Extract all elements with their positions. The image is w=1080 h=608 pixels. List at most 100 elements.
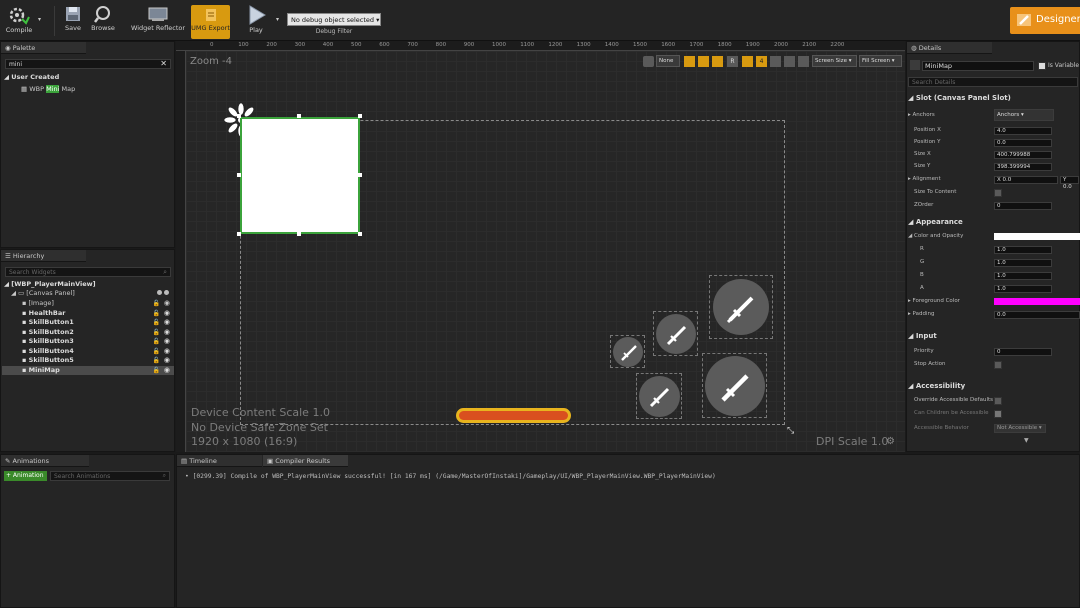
minimap-widget[interactable] <box>240 117 360 234</box>
compile-options-chevron-icon[interactable]: ▾ <box>38 16 41 23</box>
hierarchy-item[interactable]: ▪ HealthBar 🔓 ◉ <box>2 309 174 319</box>
size-x-field[interactable]: 400.799988 <box>994 151 1052 159</box>
designer-mode-button[interactable]: Designer <box>1010 7 1080 34</box>
hierarchy-item[interactable]: ▪ SkillButton5 🔓 ◉ <box>2 356 174 366</box>
screen-resize-handle-icon[interactable]: ⤡ <box>787 426 794 436</box>
stop-action-checkbox[interactable] <box>994 361 1002 369</box>
respect-locks-icon[interactable] <box>770 56 781 67</box>
hierarchy-canvas-panel[interactable]: ◢ ▭ [Canvas Panel] <box>11 289 173 299</box>
dpi-settings-gear-icon[interactable]: ⚙ <box>886 436 895 447</box>
visibility-eye-icon[interactable]: ◉ <box>164 299 170 309</box>
timeline-tab[interactable]: ▤ Timeline <box>177 455 262 467</box>
position-x-field[interactable]: 4.0 <box>994 127 1052 135</box>
anchors-dropdown[interactable]: Anchors ▾ <box>994 109 1054 121</box>
details-search-input[interactable]: Search Details <box>908 77 1078 87</box>
visibility-eye-icon[interactable]: ◉ <box>164 318 170 328</box>
g-field[interactable]: 1.0 <box>994 259 1052 267</box>
hierarchy-item[interactable]: ▪ MiniMap 🔓 ◉ <box>2 365 174 376</box>
health-bar[interactable] <box>456 408 571 423</box>
hierarchy-item[interactable]: ▪ SkillButton3 🔓 ◉ <box>2 337 174 347</box>
hierarchy-tab[interactable]: ☰ Hierarchy <box>1 250 86 262</box>
slot-section-header[interactable]: ◢ Slot (Canvas Panel Slot) <box>908 94 1011 102</box>
grid-snap-icon[interactable] <box>684 56 695 67</box>
resize-handle[interactable] <box>358 114 362 118</box>
dpi-globe-icon[interactable] <box>643 56 654 67</box>
position-y-field[interactable]: 0.0 <box>994 139 1052 147</box>
image-preview-icon[interactable] <box>784 56 795 67</box>
hierarchy-item[interactable]: ▪ SkillButton2 🔓 ◉ <box>2 328 174 338</box>
padding-field[interactable]: 0.0 <box>994 311 1080 319</box>
widget-name-field[interactable]: MiniMap <box>922 61 1034 71</box>
visibility-eye-icon[interactable]: ◉ <box>164 347 170 357</box>
animations-tab[interactable]: ✎ Animations <box>1 455 89 467</box>
priority-field[interactable]: 0 <box>994 348 1052 356</box>
skill-button-5[interactable] <box>702 353 767 418</box>
foreground-color-swatch[interactable] <box>994 298 1080 305</box>
save-button[interactable]: Save <box>60 3 86 39</box>
browse-button[interactable]: Browse <box>89 3 117 39</box>
visibility-eye-icon[interactable]: ◉ <box>164 366 170 376</box>
skill-button-3[interactable] <box>610 335 645 368</box>
visibility-eye-icon[interactable]: ◉ <box>164 328 170 338</box>
resize-handle[interactable] <box>237 232 241 236</box>
resize-handle[interactable] <box>297 114 301 118</box>
lock-icon[interactable]: 🔓 <box>153 309 160 319</box>
skill-button-2[interactable] <box>653 311 698 356</box>
b-field[interactable]: 1.0 <box>994 272 1052 280</box>
visibility-eye-icon[interactable]: ◉ <box>164 337 170 347</box>
play-options-chevron-icon[interactable]: ▾ <box>276 16 279 23</box>
size-y-field[interactable]: 398.399994 <box>994 163 1052 171</box>
resize-handle[interactable] <box>297 232 301 236</box>
details-tab[interactable]: ◍ Details <box>907 42 992 54</box>
rotate-snap-icon[interactable]: R <box>727 56 738 67</box>
lock-icon[interactable]: 🔓 <box>153 337 160 347</box>
size-to-content-checkbox[interactable] <box>994 189 1002 197</box>
lock-icon[interactable]: 🔓 <box>153 356 160 366</box>
grid-size-icon[interactable]: 4 <box>756 56 767 67</box>
visibility-eye-icon[interactable] <box>155 289 169 295</box>
appearance-section-header[interactable]: ◢ Appearance <box>908 218 963 226</box>
visibility-eye-icon[interactable]: ◉ <box>164 309 170 319</box>
scroll-down-chevron-icon[interactable]: ▼ <box>1024 437 1029 444</box>
debug-object-select[interactable]: No debug object selected ▾ <box>287 13 381 26</box>
lock-icon[interactable]: 🔓 <box>153 347 160 357</box>
outline-icon[interactable] <box>742 56 753 67</box>
hierarchy-item[interactable]: ▪ SkillButton1 🔓 ◉ <box>2 318 174 328</box>
palette-category-user-created[interactable]: ◢ User Created <box>4 73 59 83</box>
screen-size-dropdown[interactable]: Screen Size ▾ <box>812 55 857 67</box>
play-button[interactable]: Play <box>240 3 272 39</box>
skill-button-4[interactable] <box>636 373 682 419</box>
alignment-y-field[interactable]: Y 0.0 <box>1060 176 1079 190</box>
input-section-header[interactable]: ◢ Input <box>908 332 937 340</box>
umg-export-button[interactable]: UMG Export <box>191 5 230 39</box>
clear-search-icon[interactable]: ✕ <box>160 60 167 68</box>
skill-button-1[interactable] <box>709 275 773 339</box>
override-accessible-checkbox[interactable] <box>994 397 1002 405</box>
alignment-x-field[interactable]: X 0.0 <box>994 176 1058 184</box>
zorder-field[interactable]: 0 <box>994 202 1052 210</box>
accessible-behavior-dropdown[interactable]: Not Accessible ▾ <box>994 424 1046 433</box>
animations-search-input[interactable]: Search Animations ⌕ <box>50 471 170 481</box>
color-opacity-swatch[interactable] <box>994 233 1080 240</box>
r-field[interactable]: 1.0 <box>994 246 1052 254</box>
lock-icon[interactable]: 🔓 <box>153 318 160 328</box>
a-field[interactable]: 1.0 <box>994 285 1052 293</box>
hierarchy-item[interactable]: ▪ SkillButton4 🔓 ◉ <box>2 347 174 357</box>
lock-icon[interactable] <box>698 56 709 67</box>
compiler-results-tab[interactable]: ▣ Compiler Results <box>263 455 348 467</box>
palette-search-input[interactable]: mini ✕ <box>5 59 171 69</box>
lock-icon[interactable]: 🔓 <box>153 299 160 309</box>
lock-icon[interactable]: 🔓 <box>153 366 160 376</box>
hierarchy-search-input[interactable]: Search Widgets ⌕ <box>5 267 171 277</box>
compile-button[interactable]: Compile <box>3 3 35 39</box>
hierarchy-item[interactable]: ▪ [Image] 🔓 ◉ <box>2 299 174 309</box>
add-animation-button[interactable]: + Animation <box>4 471 47 481</box>
resize-handle[interactable] <box>237 114 241 118</box>
accessibility-section-header[interactable]: ◢ Accessibility <box>908 382 965 390</box>
fill-screen-dropdown[interactable]: Fill Screen ▾ <box>859 55 902 67</box>
is-variable-checkbox[interactable] <box>1038 62 1046 70</box>
palette-tab[interactable]: ◉ Palette <box>1 42 86 54</box>
resize-handle[interactable] <box>358 173 362 177</box>
snap-settings-icon[interactable] <box>712 56 723 67</box>
resize-handle[interactable] <box>237 173 241 177</box>
